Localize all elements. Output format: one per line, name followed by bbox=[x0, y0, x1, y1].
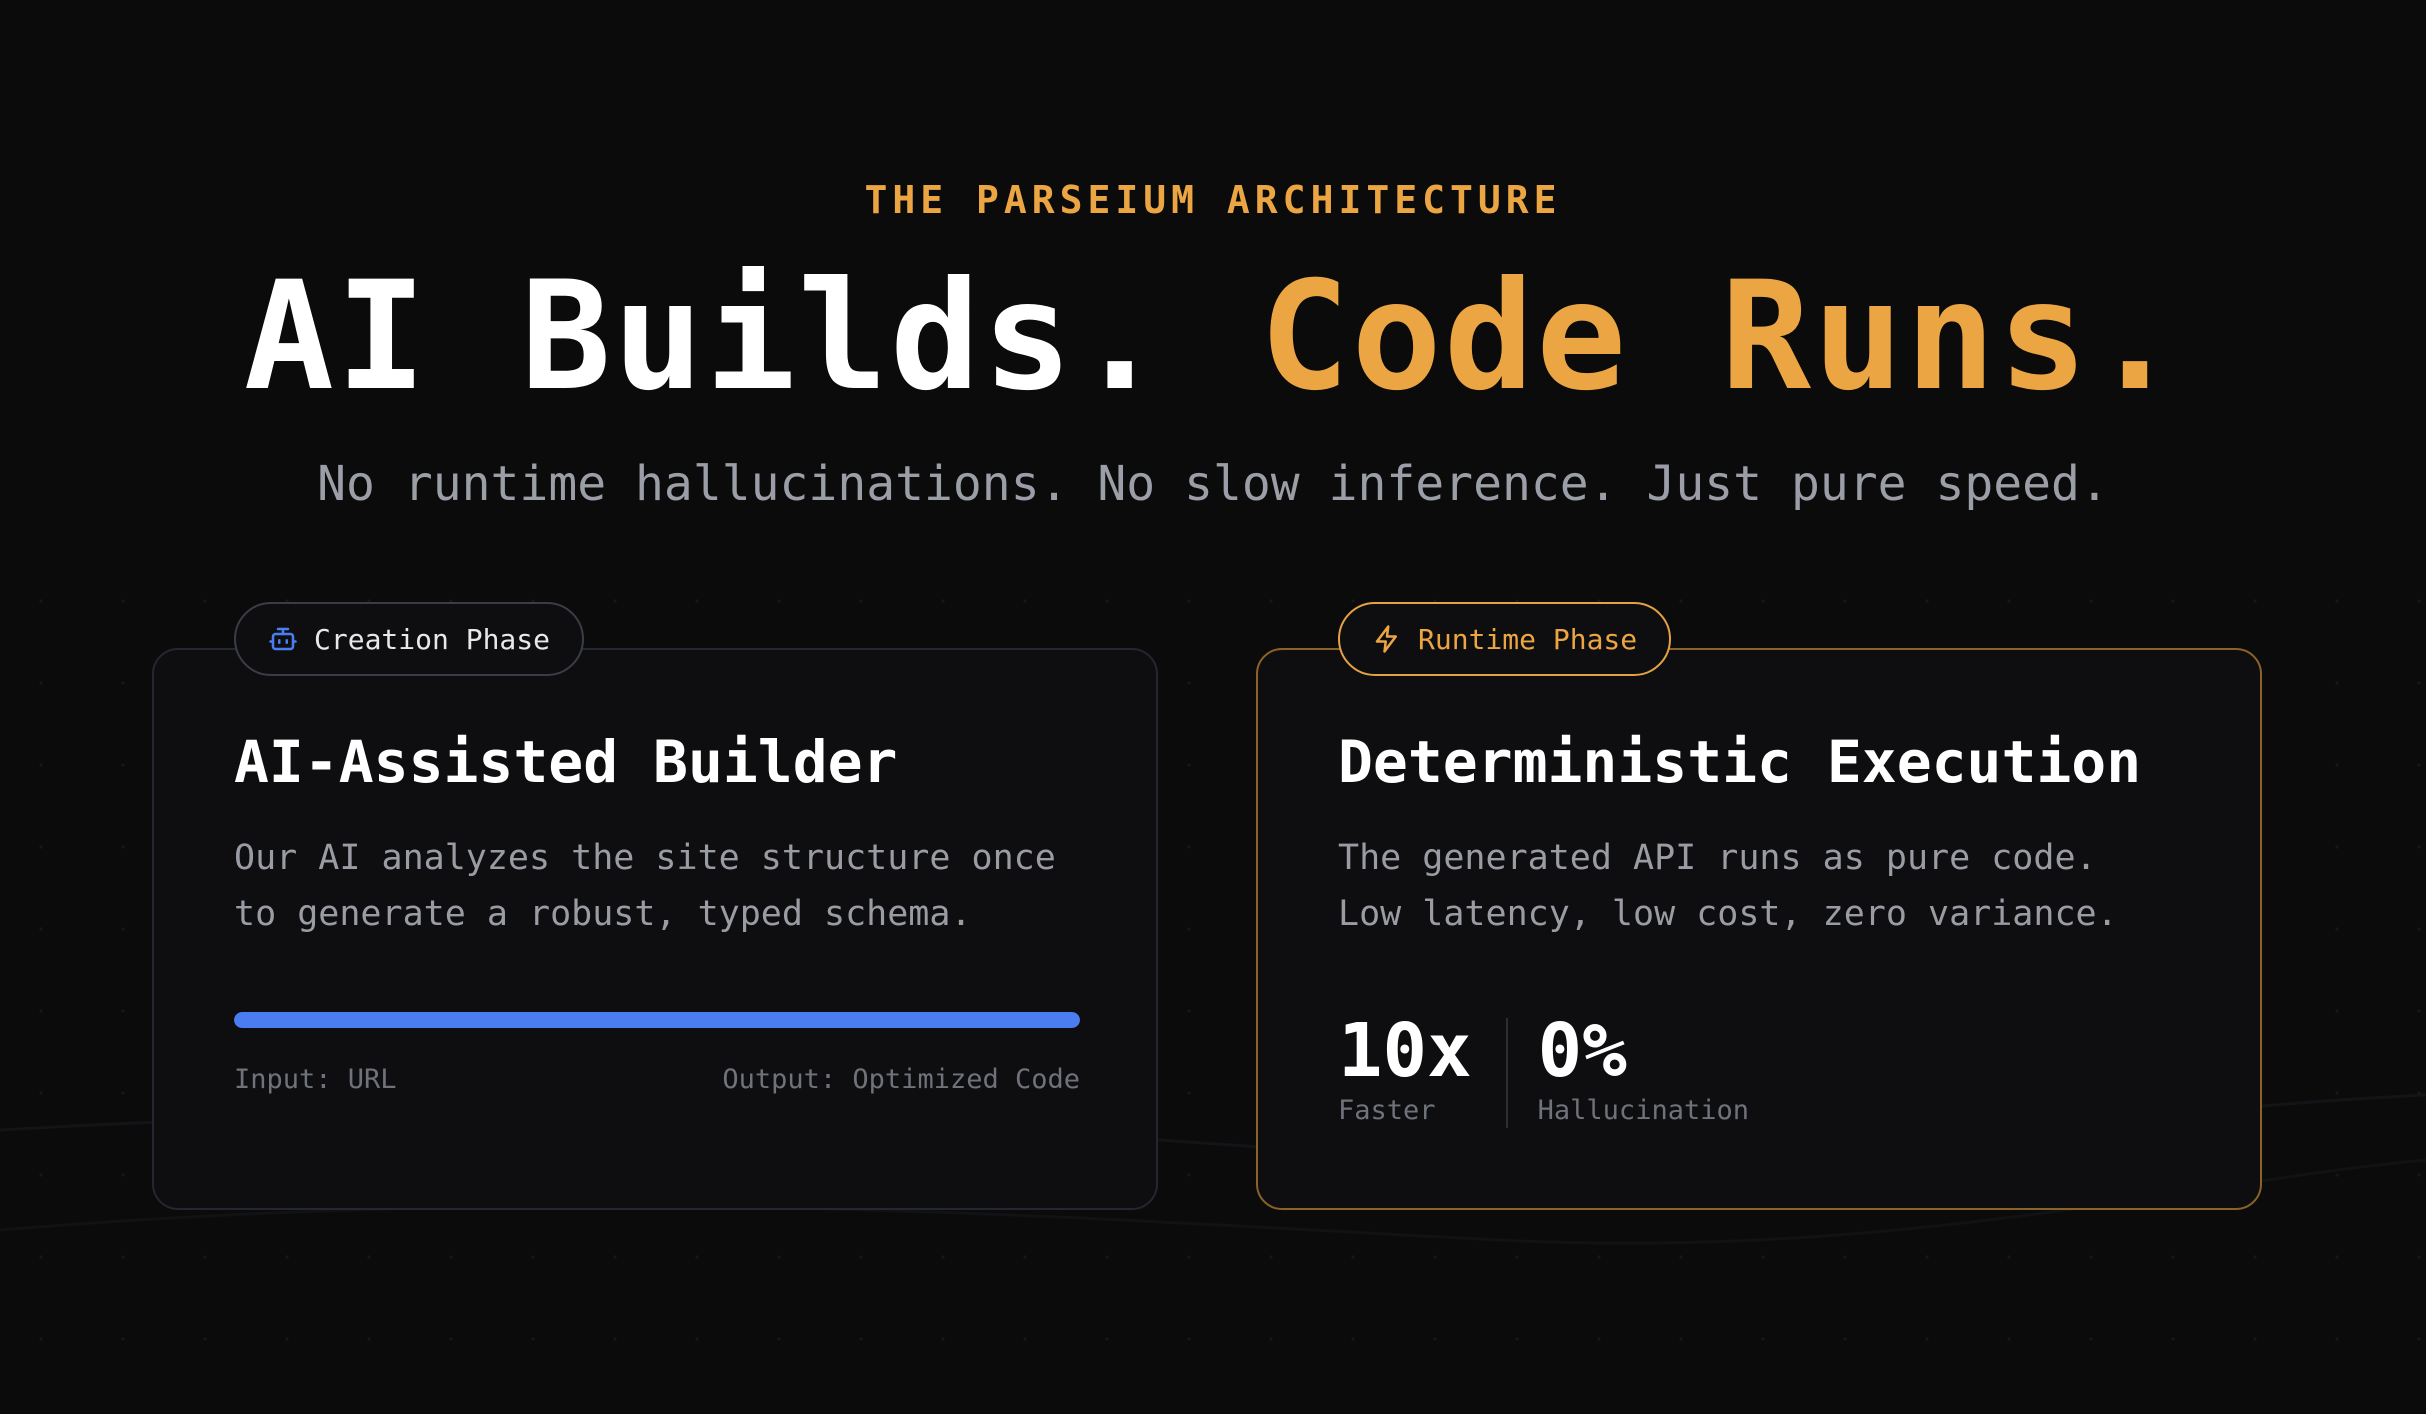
stat-divider bbox=[1505, 1018, 1508, 1128]
stat-speed-label: Faster bbox=[1338, 1095, 1436, 1126]
runtime-stats: 10x Faster 0% Hallucination bbox=[1338, 1008, 1749, 1128]
runtime-phase-badge-label: Runtime Phase bbox=[1418, 622, 1638, 656]
runtime-desc-line-2: Low latency, low cost, zero variance. bbox=[1338, 894, 2118, 934]
runtime-phase-card: Runtime Phase Deterministic Execution Th… bbox=[1256, 602, 2262, 1210]
io-labels: Input: URL Output: Optimized Code bbox=[234, 1064, 1080, 1095]
creation-desc-line-1: Our AI analyzes the site structure once bbox=[234, 838, 1056, 878]
hero-subheadline: No runtime hallucinations. No slow infer… bbox=[317, 456, 2109, 512]
runtime-phase-badge: Runtime Phase bbox=[1338, 602, 1672, 676]
runtime-card-description: The generated API runs as pure code. Low… bbox=[1338, 830, 2218, 942]
runtime-desc-line-1: The generated API runs as pure code. bbox=[1338, 838, 2097, 878]
stat-hallucination: 0% Hallucination bbox=[1538, 1008, 1749, 1128]
robot-icon bbox=[269, 627, 297, 651]
creation-phase-card: Creation Phase AI-Assisted Builder Our A… bbox=[152, 602, 1158, 1210]
headline-part-ai-builds: AI Builds. bbox=[243, 250, 1167, 424]
creation-card-description: Our AI analyzes the site structure once … bbox=[234, 830, 1114, 942]
creation-desc-line-2: to generate a robust, typed schema. bbox=[234, 894, 972, 934]
stat-hallucination-label: Hallucination bbox=[1537, 1095, 1749, 1126]
lightning-icon bbox=[1375, 625, 1397, 653]
creation-phase-badge-label: Creation Phase bbox=[314, 622, 551, 656]
build-progress-bar bbox=[234, 1012, 1080, 1028]
stat-speed: 10x Faster bbox=[1338, 1008, 1472, 1128]
stat-speed-value: 10x bbox=[1338, 1008, 1472, 1094]
headline-part-code-runs: Code Runs. bbox=[1259, 250, 2183, 424]
hero-headline: AI Builds. Code Runs. bbox=[0, 252, 2426, 422]
creation-phase-badge: Creation Phase bbox=[234, 602, 585, 676]
output-label: Output: Optimized Code bbox=[722, 1064, 1080, 1095]
stat-hallucination-value: 0% bbox=[1537, 1008, 1627, 1094]
input-label: Input: URL bbox=[234, 1064, 397, 1095]
section-eyebrow: THE PARSEIUM ARCHITECTURE bbox=[864, 178, 1562, 222]
creation-card-title: AI-Assisted Builder bbox=[234, 728, 898, 796]
build-progress-fill bbox=[234, 1012, 1080, 1028]
runtime-card-title: Deterministic Execution bbox=[1338, 728, 2142, 796]
